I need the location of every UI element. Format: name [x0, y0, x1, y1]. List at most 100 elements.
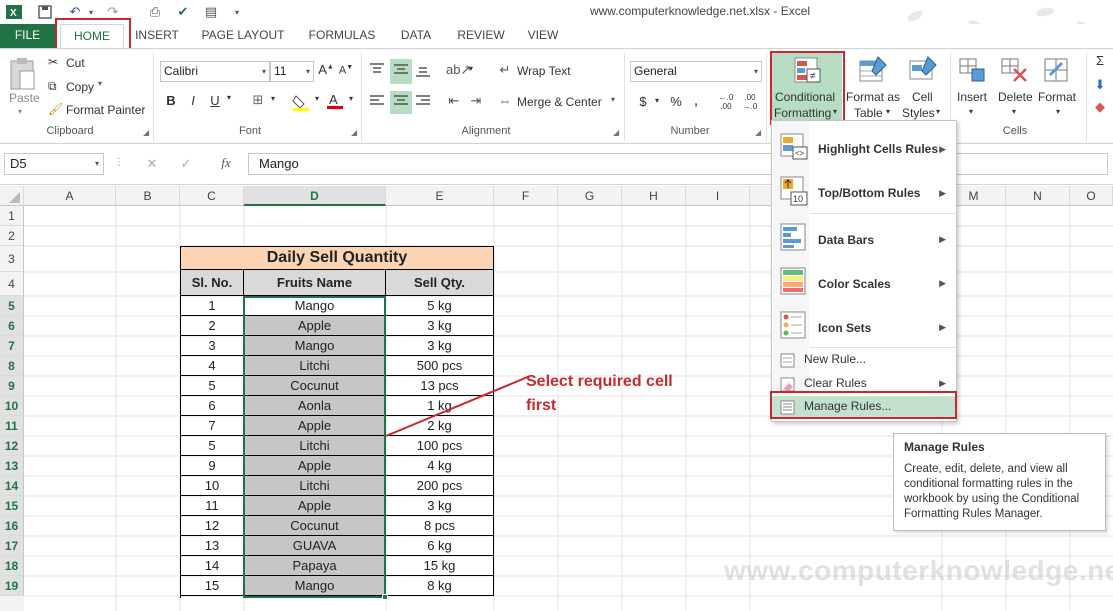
- orientation-dropdown-icon[interactable]: ▾: [466, 64, 476, 73]
- column-header-c[interactable]: C: [180, 186, 244, 206]
- table-cell[interactable]: Litchi: [244, 476, 386, 496]
- table-cell[interactable]: Papaya: [244, 556, 386, 576]
- table-cell[interactable]: Litchi: [244, 356, 386, 376]
- row-header-18[interactable]: 18: [0, 556, 24, 576]
- tab-home[interactable]: HOME: [60, 24, 124, 48]
- column-header-i[interactable]: I: [686, 186, 750, 206]
- table-cell[interactable]: 14: [181, 556, 244, 576]
- column-header-j[interactable]: [750, 186, 772, 206]
- number-launcher-icon[interactable]: ◢: [755, 128, 761, 137]
- row-header-7[interactable]: 7: [0, 336, 24, 356]
- column-header-f[interactable]: F: [494, 186, 558, 206]
- row-header-14[interactable]: 14: [0, 476, 24, 496]
- copy-button[interactable]: Copy: [66, 80, 94, 94]
- column-header-h[interactable]: H: [622, 186, 686, 206]
- underline-dropdown-icon[interactable]: ▾: [224, 93, 234, 102]
- row-header-10[interactable]: 10: [0, 396, 24, 416]
- align-left-icon[interactable]: [368, 93, 386, 112]
- alignment-launcher-icon[interactable]: ◢: [613, 128, 619, 137]
- borders-dropdown-icon[interactable]: ▾: [268, 94, 278, 103]
- delete-cells-button[interactable]: Delete ▾: [996, 53, 1036, 123]
- paste-button[interactable]: Paste: [9, 91, 40, 105]
- currency-button[interactable]: $: [636, 94, 650, 109]
- table-cell[interactable]: 10: [181, 476, 244, 496]
- row-header-11[interactable]: 11: [0, 416, 24, 436]
- table-cell[interactable]: 13: [181, 536, 244, 556]
- confirm-entry-icon[interactable]: ✓: [178, 156, 194, 172]
- table-cell[interactable]: 9: [181, 456, 244, 476]
- table-title[interactable]: Daily Sell Quantity: [180, 246, 494, 270]
- menu-item-color-scales[interactable]: Color Scales ▶: [772, 261, 956, 301]
- row-header-17[interactable]: 17: [0, 536, 24, 556]
- menu-item-icon-sets[interactable]: Icon Sets ▶: [772, 305, 956, 345]
- table-cell[interactable]: 15: [181, 576, 244, 596]
- customize-qat-icon[interactable]: ▾: [232, 3, 242, 21]
- tab-insert[interactable]: INSERT: [130, 24, 184, 48]
- column-header-a[interactable]: A: [24, 186, 116, 206]
- tab-file[interactable]: FILE: [0, 24, 55, 48]
- table-cell[interactable]: 8 pcs: [386, 516, 494, 536]
- menu-item-data-bars[interactable]: Data Bars ▶: [772, 217, 956, 257]
- autosum-icon[interactable]: Σ: [1092, 53, 1108, 68]
- table-cell[interactable]: Cocunut: [244, 516, 386, 536]
- tab-review[interactable]: REVIEW: [452, 24, 510, 48]
- merge-center-button[interactable]: Merge & Center: [517, 95, 602, 109]
- clipboard-launcher-icon[interactable]: ◢: [143, 128, 149, 137]
- row-header-8[interactable]: 8: [0, 356, 24, 376]
- table-cell[interactable]: 5: [181, 436, 244, 456]
- column-header-o[interactable]: O: [1070, 186, 1113, 206]
- column-header-d[interactable]: D: [244, 186, 386, 206]
- merge-dropdown-icon[interactable]: ▾: [611, 95, 615, 104]
- insert-function-icon[interactable]: fx: [216, 155, 236, 171]
- underline-button[interactable]: U: [208, 93, 222, 108]
- row-header-3[interactable]: 3: [0, 246, 24, 272]
- row-header-19[interactable]: 19: [0, 576, 24, 596]
- column-header-e[interactable]: E: [386, 186, 494, 206]
- row-header-6[interactable]: 6: [0, 316, 24, 336]
- table-cell[interactable]: 5 kg: [386, 296, 494, 316]
- undo-dropdown-icon[interactable]: ▾: [86, 3, 96, 21]
- tab-formulas[interactable]: FORMULAS: [302, 24, 382, 48]
- formula-input[interactable]: Mango: [248, 153, 1108, 175]
- cell-styles-button[interactable]: Cell Styles ▾: [902, 53, 946, 123]
- font-size-select[interactable]: 11 ▾: [270, 61, 314, 82]
- wrap-text-button[interactable]: Wrap Text: [517, 64, 571, 78]
- table-cell[interactable]: 12: [181, 516, 244, 536]
- decrease-font-icon[interactable]: A▼: [338, 64, 354, 77]
- decrease-indent-icon[interactable]: ⇤: [446, 93, 462, 109]
- tab-page-layout[interactable]: PAGE LAYOUT: [196, 24, 290, 48]
- table-cell[interactable]: Apple: [244, 416, 386, 436]
- row-header-15[interactable]: 15: [0, 496, 24, 516]
- conditional-formatting-button[interactable]: ≠ Conditional Formatting ▾: [772, 53, 842, 123]
- menu-item-highlight-cells-rules[interactable]: <> Highlight Cells Rules ▶: [772, 127, 956, 167]
- row-header-9[interactable]: 9: [0, 376, 24, 396]
- table-cell[interactable]: 7: [181, 416, 244, 436]
- font-color-dropdown-icon[interactable]: ▾: [346, 94, 356, 103]
- font-launcher-icon[interactable]: ◢: [351, 128, 357, 137]
- align-top-icon[interactable]: [368, 61, 386, 82]
- increase-indent-icon[interactable]: ⇥: [468, 93, 484, 109]
- align-middle-icon[interactable]: [390, 59, 412, 84]
- font-color-icon[interactable]: A: [326, 91, 344, 114]
- name-box[interactable]: D5 ▾: [4, 153, 104, 175]
- fill-icon[interactable]: ⬇: [1092, 77, 1108, 93]
- insert-cells-button[interactable]: Insert ▾: [954, 53, 992, 123]
- merge-center-icon[interactable]: ⇔: [496, 93, 514, 108]
- table-cell[interactable]: 200 pcs: [386, 476, 494, 496]
- menu-item-manage-rules[interactable]: Manage Rules...: [772, 396, 956, 418]
- currency-dropdown-icon[interactable]: ▾: [652, 96, 662, 105]
- table-header-cell[interactable]: Sl. No.: [181, 270, 244, 296]
- table-cell[interactable]: Mango: [244, 576, 386, 596]
- table-cell[interactable]: Apple: [244, 316, 386, 336]
- copy-dropdown-icon[interactable]: ▾: [98, 79, 102, 88]
- row-header-4[interactable]: 4: [0, 272, 24, 296]
- bold-button[interactable]: B: [164, 93, 178, 108]
- table-cell[interactable]: 15 kg: [386, 556, 494, 576]
- column-header-b[interactable]: B: [116, 186, 180, 206]
- increase-decimal-icon[interactable]: ←.0.00: [716, 93, 736, 111]
- row-header-2[interactable]: 2: [0, 226, 24, 246]
- table-cell[interactable]: Aonla: [244, 396, 386, 416]
- row-header-13[interactable]: 13: [0, 456, 24, 476]
- menu-item-top-bottom-rules[interactable]: 10 Top/Bottom Rules ▶: [772, 171, 956, 211]
- column-header-g[interactable]: G: [558, 186, 622, 206]
